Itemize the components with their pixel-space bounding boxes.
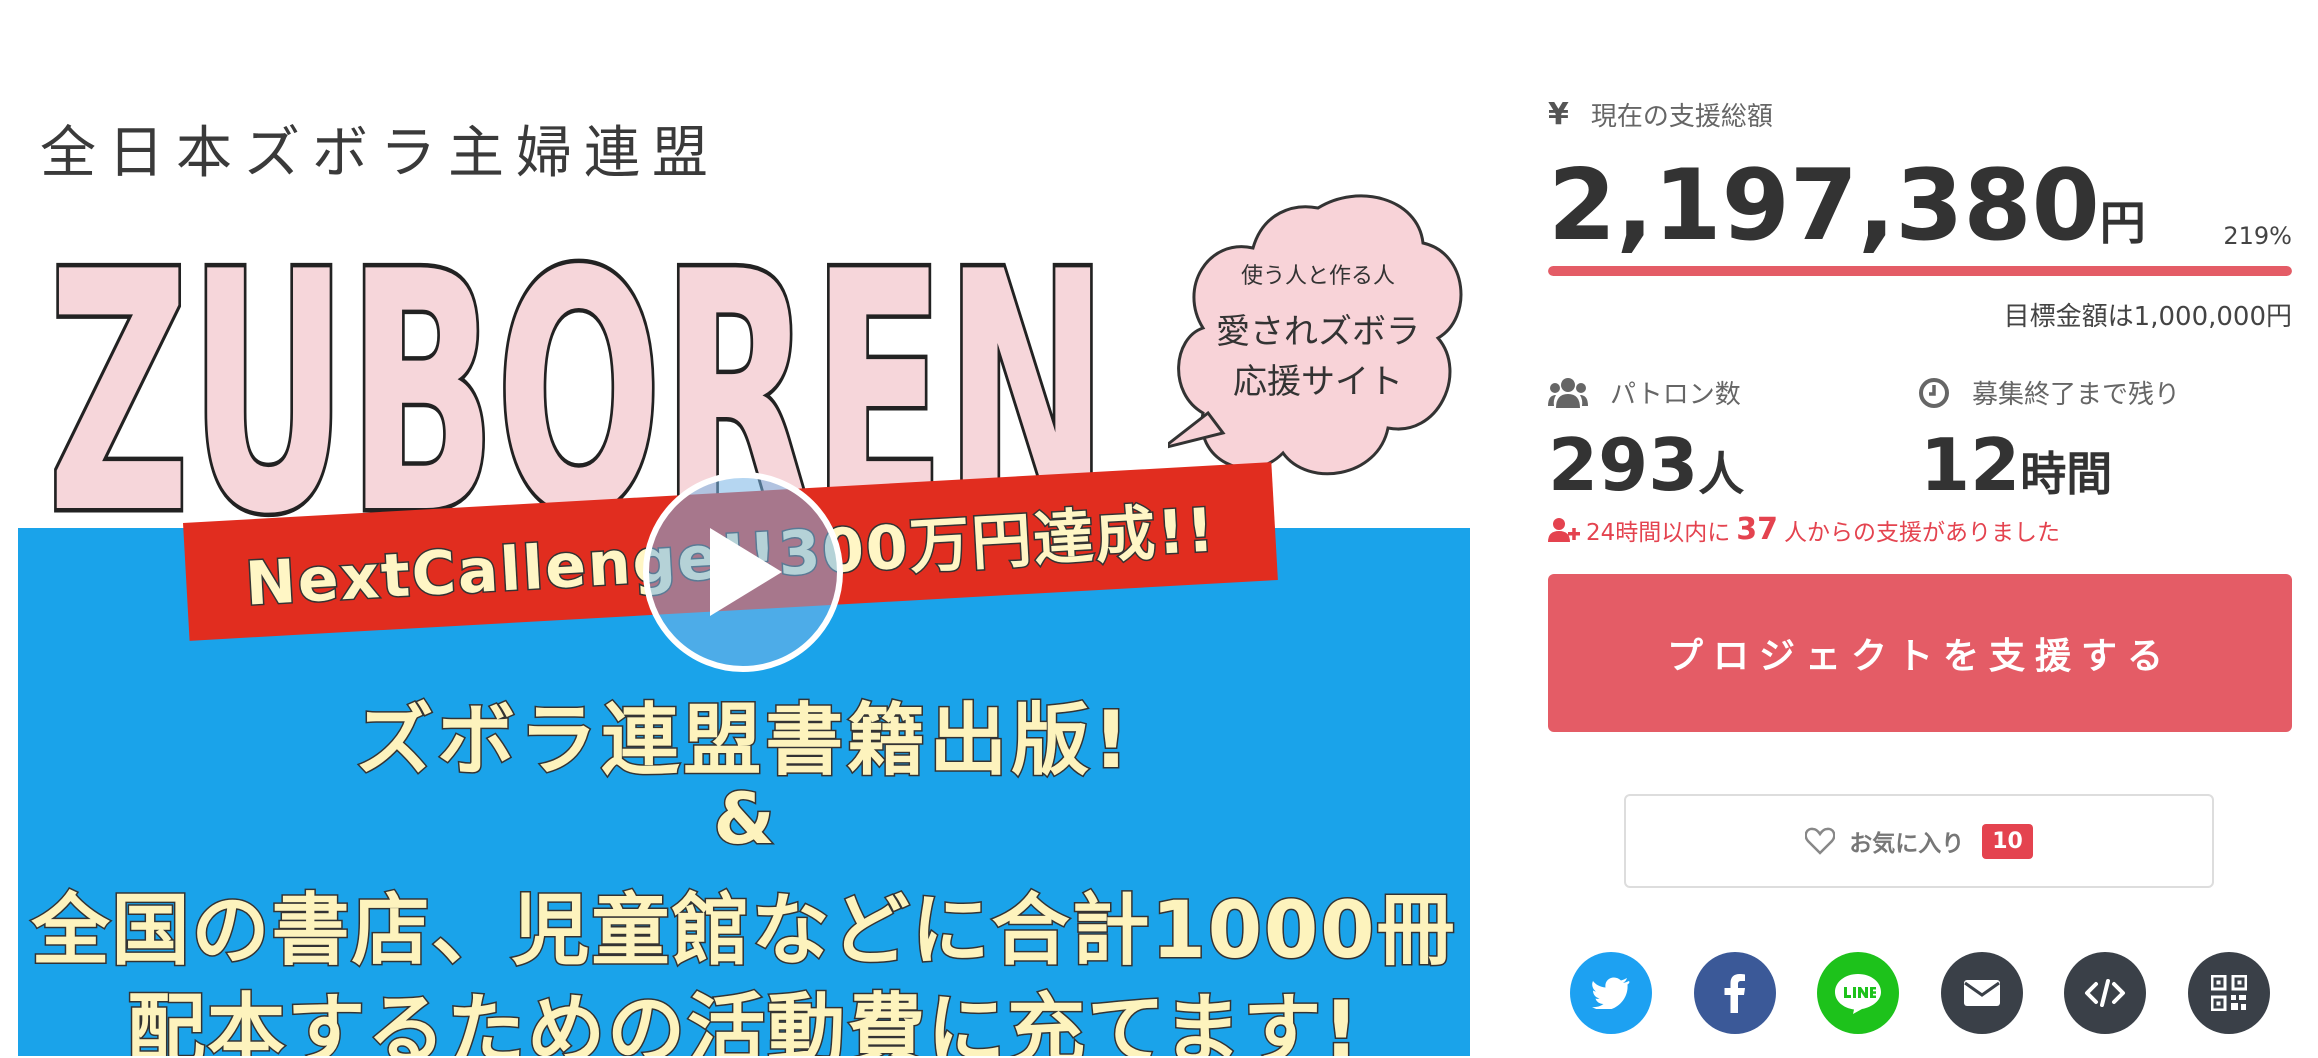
- favorite-button[interactable]: お気に入り 10: [1624, 794, 2214, 888]
- patrons-label: パトロン数: [1610, 380, 1741, 410]
- funding-progress-bar: [1548, 266, 2292, 276]
- qr-code-icon: [2210, 975, 2247, 1011]
- twitter-icon: [1592, 977, 1630, 1009]
- play-button[interactable]: [643, 472, 843, 672]
- clock-icon: [1919, 377, 1949, 408]
- heart-icon: [1805, 827, 1836, 855]
- hero-line-1: ズボラ連盟書籍出版!: [354, 695, 1133, 788]
- embed-code-icon: [2085, 979, 2126, 1007]
- remaining-label: 募集終了まで残り: [1972, 380, 2181, 410]
- funding-progress-fill: [1548, 266, 2292, 276]
- recent-supporters-notice: 24時間以内に 37 人からの支援がありました: [1548, 512, 2060, 547]
- total-amount-value: 2,197,380: [1548, 149, 2100, 263]
- patrons-unit: 人: [1698, 447, 1745, 501]
- total-amount-unit: 円: [2099, 196, 2146, 250]
- speech-bubble: 使う人と作る人 愛されズボラ 応援サイト: [1168, 194, 1463, 476]
- total-amount: 2,197,380円: [1548, 150, 2146, 279]
- recent-count: 37: [1736, 512, 1779, 547]
- user-plus-icon: [1548, 517, 1580, 542]
- facebook-share-button[interactable]: [1693, 952, 1776, 1034]
- total-label-row: ¥ 現在の支援総額: [1548, 96, 1773, 133]
- favorite-label: お気に入り: [1849, 831, 1965, 857]
- yen-icon: ¥: [1548, 97, 1569, 132]
- line-icon: [1835, 974, 1882, 1014]
- support-project-button[interactable]: プロジェクトを支援する: [1548, 574, 2292, 732]
- share-buttons: [1570, 952, 2270, 1034]
- hero-line-4: 配本するための活動費に充てます!: [126, 985, 1361, 1057]
- funding-percent: 219%: [2223, 222, 2292, 250]
- play-icon: [710, 528, 782, 616]
- hero-line-3: 全国の書店、児童館などに合計1000冊: [30, 885, 1457, 978]
- funding-panel: ¥ 現在の支援総額 2,197,380円 219% 目標金額は1,000,000…: [1548, 0, 2292, 1058]
- favorite-count-badge: 10: [1982, 823, 2033, 859]
- remaining-label-row: 募集終了まで残り: [1918, 374, 2180, 411]
- qr-code-share-button[interactable]: [2187, 952, 2270, 1034]
- remaining-unit: 時間: [2020, 447, 2113, 501]
- twitter-share-button[interactable]: [1570, 952, 1652, 1034]
- recent-suffix: 人からの支援がありました: [1784, 519, 2061, 546]
- total-label: 現在の支援総額: [1590, 102, 1773, 132]
- hero-line-2: &: [712, 777, 776, 862]
- line-share-button[interactable]: [1817, 952, 1900, 1034]
- bubble-text-2: 愛されズボラ: [1216, 312, 1420, 352]
- facebook-icon: [1724, 974, 1745, 1013]
- remaining-value: 12: [1920, 423, 2021, 507]
- email-icon: [1963, 980, 2000, 1006]
- hero-subtitle: 全日本ズボラ主婦連盟: [40, 121, 720, 186]
- users-icon: [1548, 377, 1588, 408]
- project-video[interactable]: 全日本ズボラ主婦連盟 ZUBOREN 使う人と作る人 愛されズボラ 応援サイト …: [18, 68, 1470, 1056]
- patrons-label-row: パトロン数: [1548, 374, 1741, 411]
- patrons-count: 293人: [1548, 420, 1744, 519]
- recent-prefix: 24時間以内に: [1586, 519, 1731, 546]
- embed-code-share-button[interactable]: [2064, 952, 2147, 1034]
- remaining-time: 12時間: [1920, 420, 2112, 519]
- patrons-value: 293: [1548, 423, 1699, 507]
- bubble-text-3: 応援サイト: [1233, 362, 1403, 402]
- goal-amount: 目標金額は1,000,000円: [2003, 302, 2292, 332]
- bubble-text-1: 使う人と作る人: [1241, 264, 1395, 289]
- email-share-button[interactable]: [1940, 952, 2023, 1034]
